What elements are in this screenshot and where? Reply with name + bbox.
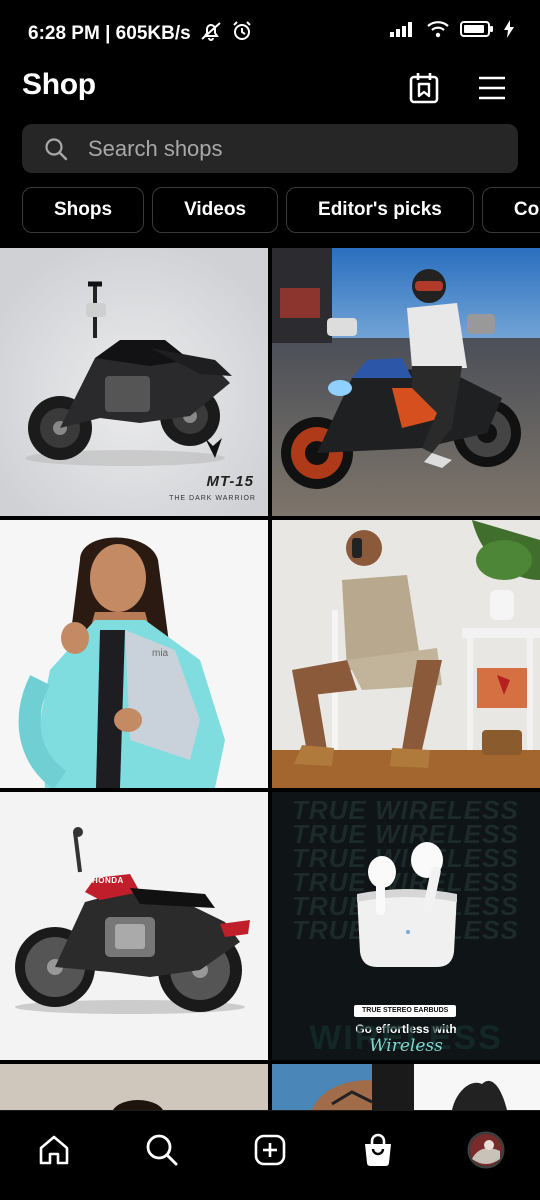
mute-icon: [199, 20, 223, 48]
alarm-icon: [231, 20, 253, 48]
status-bar: 6:28 PM | 605KB/s: [0, 0, 540, 62]
page-title: Shop: [22, 68, 96, 101]
chip-editors-picks[interactable]: Editor's picks: [286, 187, 474, 233]
partial-image-right: [272, 1064, 540, 1110]
charging-icon: [504, 20, 514, 43]
partial-image-left: [0, 1064, 268, 1110]
shop-icon[interactable]: [353, 1125, 403, 1175]
create-icon[interactable]: [245, 1125, 295, 1175]
product-tile-partial[interactable]: [0, 1064, 268, 1110]
product-tile-jacket[interactable]: mia: [0, 520, 268, 788]
status-time: 6:28 PM | 605KB/s: [28, 23, 191, 44]
product-tile-motorcycle[interactable]: MT-15 THE DARK WARRIOR: [0, 248, 268, 516]
chip-collections[interactable]: Collections: [481, 187, 540, 233]
product-tile-outfit[interactable]: [272, 520, 540, 788]
shop-grid: MT-15 THE DARK WARRIOR mia HONDA TRUE WI…: [0, 248, 540, 1110]
rider-image: [272, 248, 540, 516]
bottom-nav: [0, 1110, 540, 1200]
product-tile-earbuds[interactable]: TRUE WIRELESS TRUE WIRELESS TRUE WIRELES…: [272, 792, 540, 1060]
chip-shops[interactable]: Shops: [22, 187, 145, 233]
tile-brand: mia: [152, 648, 169, 659]
tile-tagline: THE DARK WARRIOR: [169, 495, 256, 502]
search-icon: [44, 137, 68, 161]
signal-icon: [390, 21, 416, 42]
wifi-icon: [426, 20, 450, 43]
earbuds-pill: TRUE STEREO EARBUDS: [354, 1005, 457, 1017]
red-motorcycle-image: [0, 792, 268, 1060]
home-icon[interactable]: [29, 1125, 79, 1175]
product-tile-red-motorcycle[interactable]: HONDA: [0, 792, 268, 1060]
chip-videos[interactable]: Videos: [152, 187, 279, 233]
search-input[interactable]: [88, 135, 468, 162]
jacket-model-image: [0, 520, 268, 788]
search-bar[interactable]: [22, 124, 518, 173]
product-tile-rider[interactable]: [272, 248, 540, 516]
header: Shop: [0, 62, 540, 114]
filter-chips: ShopsVideosEditor's picksCollections: [22, 187, 540, 235]
battery-icon: [460, 20, 494, 43]
product-tile-partial[interactable]: [272, 1064, 540, 1110]
sitting-man-image: [272, 520, 540, 788]
wishlist-icon[interactable]: [404, 68, 444, 108]
tile-badge: MT-15: [206, 473, 254, 490]
search-nav-icon[interactable]: [137, 1125, 187, 1175]
menu-icon[interactable]: [472, 68, 512, 108]
earbuds-script: Wireless: [369, 1036, 443, 1056]
profile-avatar[interactable]: [461, 1125, 511, 1175]
tile-brand: HONDA: [92, 876, 124, 885]
earbuds-image: [357, 842, 457, 967]
